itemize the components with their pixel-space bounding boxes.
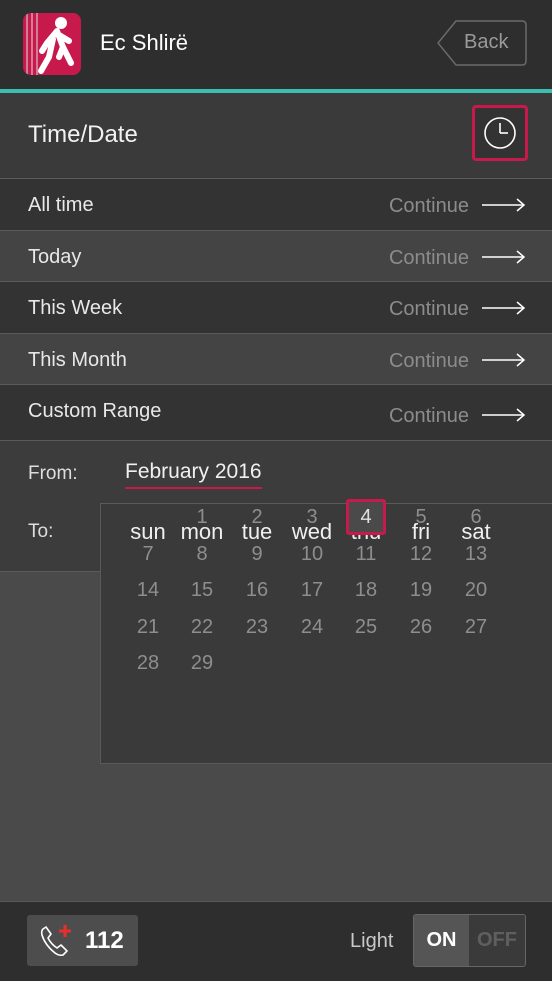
calendar-day[interactable]: 6 <box>456 499 496 535</box>
option-this-week[interactable]: This Week Continue <box>0 281 552 333</box>
back-button[interactable]: Back <box>436 20 527 66</box>
app-root: Ec Shlirë Back Time/Date All time Contin… <box>0 0 552 981</box>
custom-range-panel: From: February 2016 To: sunmontuewedthuf… <box>0 440 552 902</box>
emergency-call-button[interactable]: 112 <box>27 915 138 966</box>
calendar-day[interactable]: 22 <box>182 609 222 645</box>
continue-label: Continue <box>388 405 469 427</box>
calendar-day[interactable]: 13 <box>456 536 496 572</box>
calendar-day[interactable]: 25 <box>346 609 386 645</box>
arrow-right-icon <box>482 301 526 315</box>
option-label: Custom Range <box>28 400 162 422</box>
arrow-right-icon <box>482 408 526 422</box>
from-label: From: <box>28 463 78 484</box>
option-today[interactable]: Today Continue <box>0 229 552 281</box>
app-logo <box>23 13 81 75</box>
calendar-day[interactable]: 19 <box>401 572 441 608</box>
option-label: Today <box>28 245 82 268</box>
footer: 112 Light ON OFF <box>0 902 552 981</box>
phone-plus-icon <box>40 925 71 957</box>
calendar-day[interactable]: 8 <box>182 536 222 572</box>
continue-label: Continue <box>388 349 469 372</box>
toggle-off-option[interactable]: OFF <box>469 915 525 966</box>
clock-button[interactable] <box>472 105 528 161</box>
calendar-popup: sunmontuewedthufrisat 123456789101112131… <box>100 499 552 764</box>
from-month-selector[interactable]: February 2016 <box>125 460 262 489</box>
calendar-day[interactable]: 18 <box>346 572 386 608</box>
calendar-day[interactable]: 24 <box>292 609 332 645</box>
calendar-day[interactable]: 14 <box>128 572 168 608</box>
calendar-day-selected[interactable]: 4 <box>346 499 386 535</box>
light-label: Light <box>350 930 394 952</box>
option-label: All time <box>28 194 94 216</box>
toggle-on-option[interactable]: ON <box>414 915 469 966</box>
calendar-day[interactable]: 9 <box>237 536 277 572</box>
calendar-day[interactable]: 10 <box>292 536 332 572</box>
arrow-right-icon <box>482 352 526 367</box>
calendar-day[interactable]: 26 <box>401 609 441 645</box>
header: Ec Shlirë Back <box>0 0 552 90</box>
calendar-day[interactable]: 29 <box>182 645 222 681</box>
calendar-day[interactable]: 1 <box>182 499 222 535</box>
option-label: This Week <box>28 297 123 319</box>
clock-icon <box>484 117 516 149</box>
back-label: Back <box>464 31 509 53</box>
emergency-number: 112 <box>85 927 124 954</box>
time-range-options: All time Continue Today Continue This We… <box>0 178 552 440</box>
continue-label: Continue <box>388 298 469 320</box>
option-this-month[interactable]: This Month Continue <box>0 332 552 384</box>
section-title: Time/Date <box>28 121 138 148</box>
to-row[interactable]: To: <box>0 503 100 572</box>
calendar-day[interactable]: 5 <box>401 499 441 535</box>
calendar-day[interactable]: 20 <box>456 572 496 608</box>
calendar-day[interactable]: 15 <box>182 572 222 608</box>
calendar-day[interactable]: 28 <box>128 645 168 681</box>
calendar-day[interactable]: 2 <box>237 499 277 535</box>
option-custom-range[interactable]: Custom Range Continue <box>0 384 552 440</box>
calendar-day[interactable]: 23 <box>237 609 277 645</box>
to-label: To: <box>28 521 54 542</box>
calendar-day[interactable]: 3 <box>292 499 332 535</box>
calendar-day[interactable]: 12 <box>401 536 441 572</box>
option-label: This Month <box>28 348 127 371</box>
walking-person-icon <box>26 13 74 75</box>
arrow-right-icon <box>482 198 526 212</box>
calendar-day[interactable]: 17 <box>292 572 332 608</box>
light-toggle[interactable]: ON OFF <box>413 914 526 967</box>
continue-label: Continue <box>388 246 469 269</box>
from-row: From: February 2016 <box>0 441 552 503</box>
calendar-day[interactable]: 16 <box>237 572 277 608</box>
calendar-day[interactable]: 27 <box>456 609 496 645</box>
continue-label: Continue <box>388 195 469 217</box>
arrow-right-icon <box>482 249 526 264</box>
calendar-day[interactable]: 7 <box>128 536 168 572</box>
app-title: Ec Shlirë <box>100 30 189 55</box>
calendar-day[interactable]: 21 <box>128 609 168 645</box>
section-header: Time/Date <box>0 93 552 178</box>
calendar-day[interactable]: 11 <box>346 536 386 572</box>
option-all-time[interactable]: All time Continue <box>0 178 552 230</box>
